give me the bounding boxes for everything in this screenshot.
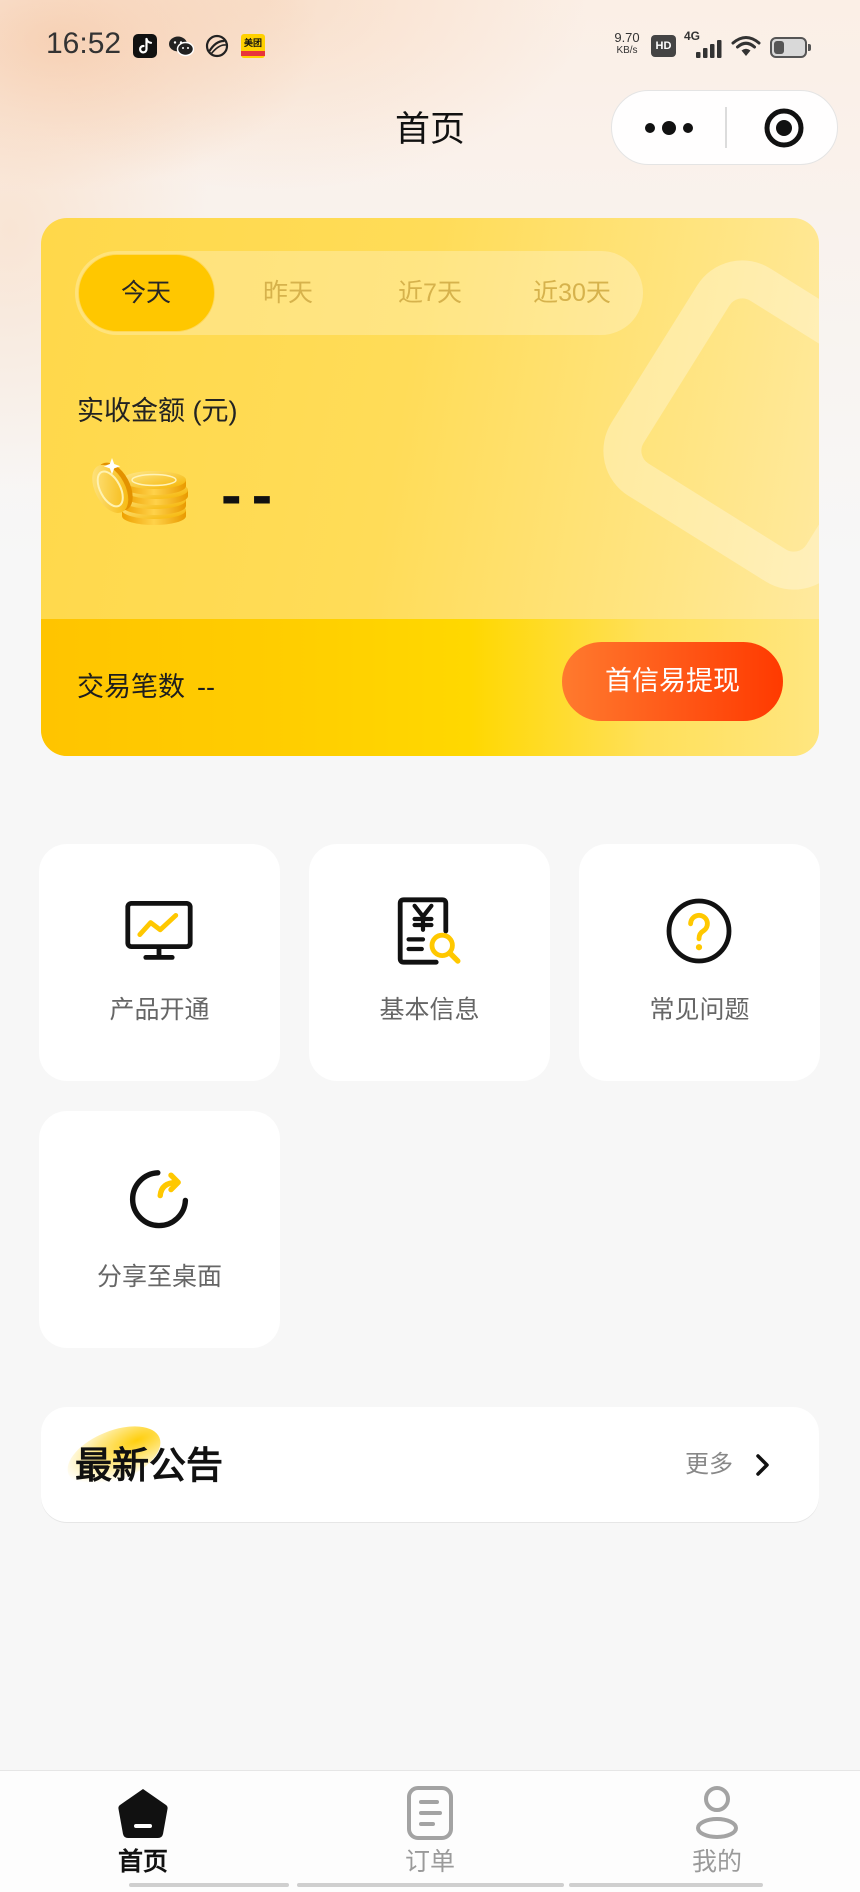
shortcut-label: 分享至桌面 xyxy=(96,1263,222,1291)
tab-today[interactable]: 今天 xyxy=(75,251,217,335)
network-speed: 9.70 KB/s xyxy=(609,31,645,57)
transaction-strip: 交易笔数 -- 首信易提现 xyxy=(41,619,819,756)
dot xyxy=(645,123,655,133)
withdraw-button[interactable]: 首信易提现 xyxy=(562,642,783,721)
shortcut-basic-info[interactable]: 基本信息 xyxy=(309,844,550,1081)
tab-label: 今天 xyxy=(120,279,171,307)
yuan-document-search-icon xyxy=(397,897,461,965)
battery-level-fill xyxy=(774,41,785,54)
share-arrow-icon xyxy=(129,1170,189,1229)
tab-label: 近7天 xyxy=(398,279,462,307)
home-icon xyxy=(118,1789,168,1838)
tab-bar-home[interactable]: 首页 xyxy=(0,1771,286,1881)
date-range-tabs: 今天 昨天 近7天 近30天 xyxy=(75,251,643,335)
profile-icon xyxy=(696,1786,738,1839)
meituan-logo-text: 美团 xyxy=(244,37,262,49)
shortcut-share-to-desktop[interactable]: 分享至桌面 xyxy=(39,1111,280,1348)
transaction-count-value: -- xyxy=(197,672,215,702)
mini-program-capsule xyxy=(611,90,838,165)
battery-body xyxy=(770,37,807,58)
network-speed-value: 9.70 xyxy=(614,30,640,45)
hd-badge: HD xyxy=(651,35,676,57)
announcement-more-link[interactable]: 更多 xyxy=(681,1437,781,1493)
ball-app-icon xyxy=(205,34,229,58)
revenue-summary-card: 今天 昨天 近7天 近30天 实收金额 (元) -- 交易笔数 -- 首信易提现 xyxy=(41,218,819,756)
tab-label: 昨天 xyxy=(262,279,313,307)
received-amount-label: 实收金额 (元) xyxy=(77,396,238,426)
shortcut-label: 产品开通 xyxy=(109,996,210,1024)
battery-nub xyxy=(808,44,811,51)
gold-coins-icon xyxy=(92,458,188,525)
tab-bar-bottom-line xyxy=(297,1883,564,1887)
battery-icon xyxy=(770,37,812,58)
chevron-right-icon xyxy=(756,1454,769,1476)
announcement-card: 最新公告 更多 xyxy=(41,1407,819,1522)
shortcut-product-activation[interactable]: 产品开通 xyxy=(39,844,280,1081)
tab-bar-profile[interactable]: 我的 xyxy=(574,1771,860,1881)
tab-label: 近30天 xyxy=(533,279,611,307)
dot xyxy=(662,121,676,135)
tab-bar-label: 我的 xyxy=(691,1848,742,1876)
tab-bar-label: 首页 xyxy=(117,1848,168,1876)
tab-bar-bottom-line xyxy=(569,1883,763,1887)
network-speed-unit: KB/s xyxy=(616,45,638,56)
tab-yesterday[interactable]: 昨天 xyxy=(217,251,359,335)
tab-last-7-days[interactable]: 近7天 xyxy=(359,251,501,335)
tab-bar-label: 订单 xyxy=(404,1848,455,1876)
shortcut-label: 常见问题 xyxy=(649,996,750,1024)
transaction-count-label: 交易笔数 xyxy=(77,672,185,702)
status-time: 16:52 xyxy=(46,27,122,60)
monitor-chart-icon xyxy=(125,901,193,960)
announcement-title: 最新公告 xyxy=(75,1445,223,1486)
question-circle-icon xyxy=(666,898,732,964)
received-amount-value: -- xyxy=(221,461,283,530)
transaction-count: 交易笔数 -- xyxy=(77,619,215,756)
wechat-icon xyxy=(169,36,194,57)
tab-last-30-days[interactable]: 近30天 xyxy=(501,251,643,335)
target-close-icon xyxy=(764,108,804,148)
tiktok-icon xyxy=(133,34,157,58)
wifi-icon xyxy=(731,36,761,56)
tab-bar-bottom-line xyxy=(129,1883,289,1887)
more-button[interactable] xyxy=(612,91,725,163)
meituan-icon: 美团 xyxy=(241,34,265,58)
tab-bar-orders[interactable]: 订单 xyxy=(287,1771,573,1881)
more-label: 更多 xyxy=(685,1451,733,1478)
close-button[interactable] xyxy=(727,91,837,163)
shortcut-faq[interactable]: 常见问题 xyxy=(579,844,820,1081)
shortcut-label: 基本信息 xyxy=(379,996,480,1024)
bottom-tab-bar: 首页 订单 我的 xyxy=(0,1770,860,1892)
order-list-icon xyxy=(407,1786,453,1840)
signal-icon xyxy=(696,40,722,58)
dot xyxy=(683,123,693,133)
